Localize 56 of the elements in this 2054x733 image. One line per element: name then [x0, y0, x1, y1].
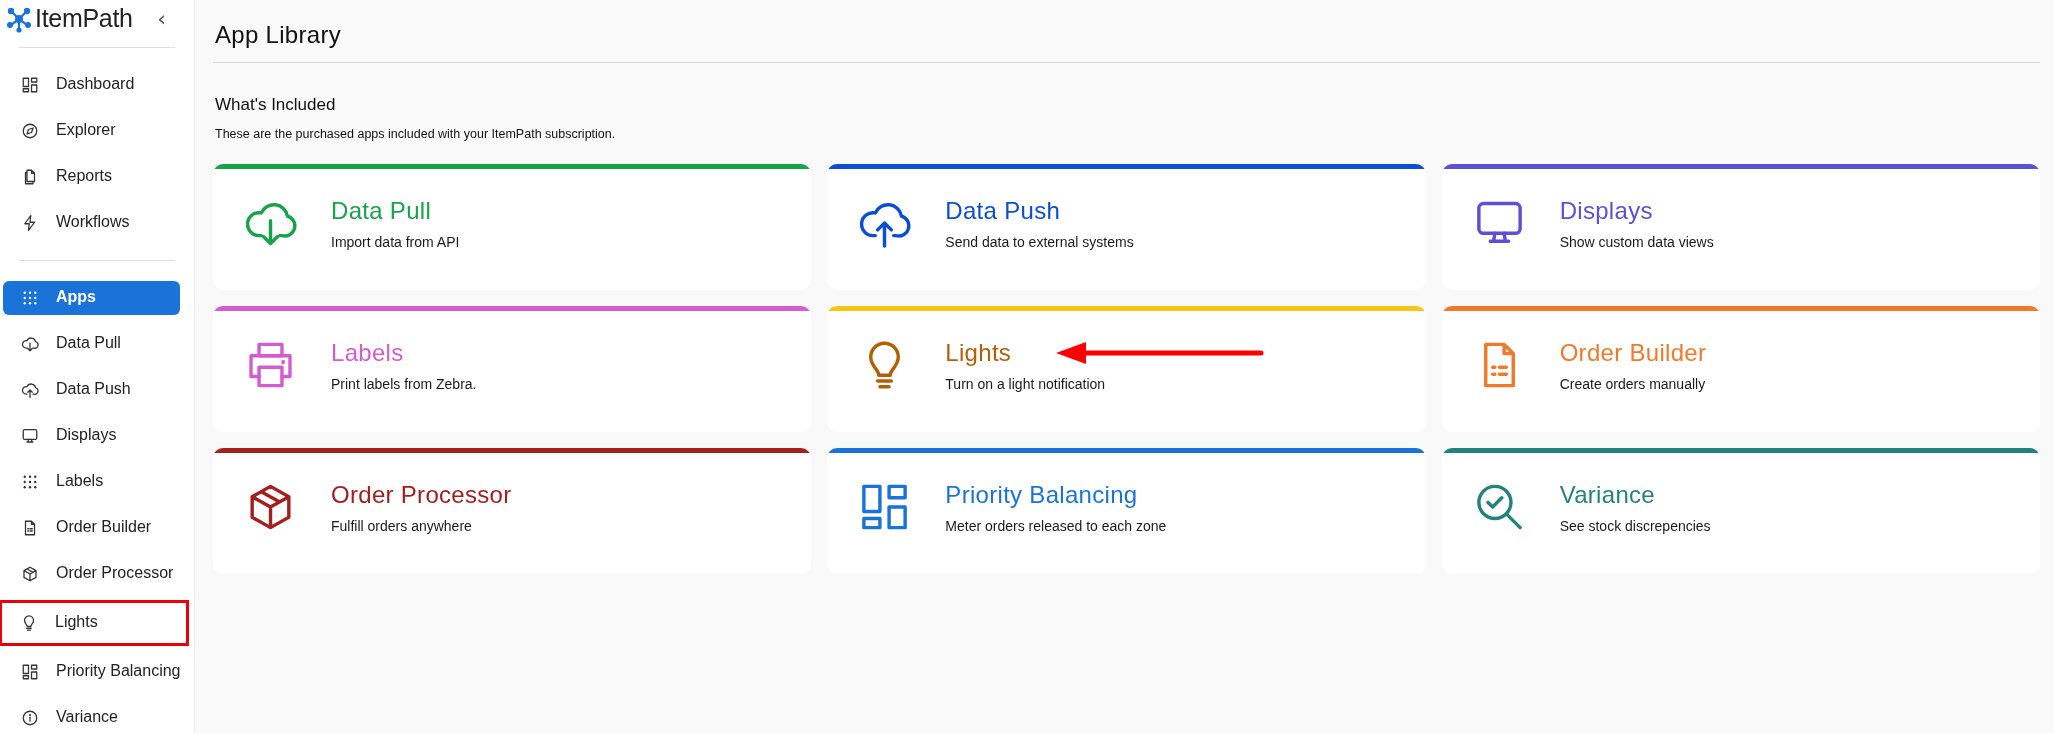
- app-title: Labels: [331, 338, 404, 367]
- sidebar-item[interactable]: Displays: [3, 419, 180, 453]
- app-title: Displays: [1559, 196, 1653, 225]
- app-card[interactable]: Labels Print labels from Zebra.: [213, 306, 812, 432]
- app-title: Data Pull: [331, 196, 432, 225]
- app-description: Turn on a light notification: [945, 375, 1107, 392]
- app-description: Create orders manually: [1559, 375, 1707, 392]
- collapse-button[interactable]: ‹: [153, 6, 170, 31]
- sidebar-item[interactable]: Variance: [3, 701, 180, 733]
- sidebar-item[interactable]: Workflows: [3, 206, 180, 240]
- section-description: These are the purchased apps included with your ItemPath subscription.: [215, 127, 617, 141]
- sidebar-item[interactable]: Apps: [3, 281, 180, 315]
- app-title: Data Push: [945, 196, 1061, 225]
- sidebar-item[interactable]: Labels: [3, 465, 180, 499]
- dashboard-icon: [21, 76, 39, 94]
- sidebar-item[interactable]: Data Push: [3, 373, 180, 407]
- sidebar-item[interactable]: Explorer: [3, 114, 180, 148]
- sidebar-item[interactable]: Order Processor: [3, 557, 180, 591]
- app-title: Variance: [1559, 480, 1655, 509]
- dots-grid-icon: [21, 473, 39, 491]
- app-title: Lights: [945, 338, 1012, 367]
- logo-text: ItemPath: [35, 4, 133, 33]
- app-description: See stock discrepencies: [1559, 517, 1711, 534]
- app-card[interactable]: Variance See stock discrepencies: [1441, 448, 2040, 574]
- app-description: Meter orders released to each zone: [945, 517, 1167, 534]
- app-card[interactable]: Displays Show custom data views: [1441, 164, 2040, 290]
- app-description: Print labels from Zebra.: [331, 375, 477, 392]
- cube-icon: [21, 565, 39, 583]
- monitor-icon: [21, 427, 39, 445]
- sidebar-item[interactable]: Lights: [2, 603, 186, 643]
- app-card[interactable]: Order Builder Create orders manually: [1441, 306, 2040, 432]
- app-description: Show custom data views: [1559, 233, 1714, 250]
- app-card[interactable]: Lights Turn on a light notification: [827, 306, 1426, 432]
- sidebar-item[interactable]: Data Pull: [3, 327, 180, 361]
- app-card[interactable]: Order Processor Fulfill orders anywhere: [213, 448, 812, 574]
- app-card[interactable]: Priority Balancing Meter orders released to each zone: [827, 448, 1426, 574]
- info-icon: [21, 709, 39, 727]
- app-title: Order Processor: [331, 480, 512, 509]
- app-card[interactable]: Data Pull Import data from API: [213, 164, 812, 290]
- page-title: App Library: [213, 0, 2040, 63]
- app-description: Fulfill orders anywhere: [331, 517, 473, 534]
- app-description: Send data to external systems: [945, 233, 1134, 250]
- sidebar-item[interactable]: Dashboard: [3, 68, 180, 102]
- app-title: Order Builder: [1559, 338, 1707, 367]
- app-card[interactable]: Data Push Send data to external systems: [827, 164, 1426, 290]
- app-description: Import data from API: [331, 233, 460, 250]
- dots-grid-icon: [21, 289, 39, 307]
- section-heading: What's Included: [215, 95, 337, 115]
- cloud-download-icon: [21, 335, 39, 353]
- compass-icon: [21, 122, 39, 140]
- dashboard-icon: [21, 663, 39, 681]
- app-title: Priority Balancing: [945, 480, 1138, 509]
- sidebar-item[interactable]: Order Builder: [3, 511, 180, 545]
- cloud-upload-icon: [21, 381, 39, 399]
- sidebar-item[interactable]: Priority Balancing: [3, 655, 180, 689]
- sidebar-item[interactable]: Reports: [3, 160, 180, 194]
